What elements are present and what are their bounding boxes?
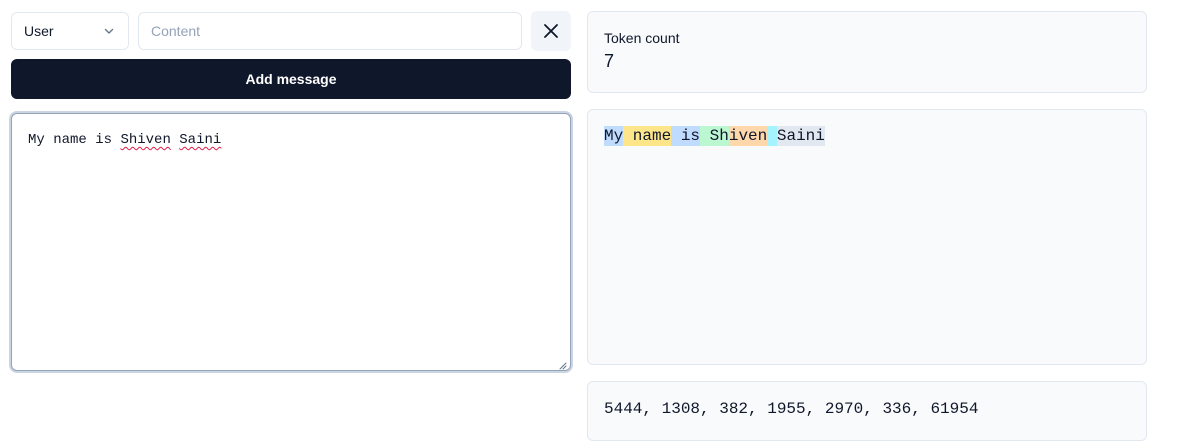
token-chip: is — [671, 126, 701, 146]
chevron-down-icon — [102, 24, 116, 38]
textarea-text: My name is Shiven Saini — [28, 132, 221, 148]
token-chip: Sh — [700, 126, 729, 146]
content-input[interactable] — [138, 12, 522, 50]
role-select[interactable]: User — [11, 12, 129, 50]
token-chip — [767, 126, 777, 146]
resize-handle-icon[interactable] — [559, 359, 567, 370]
textarea-word: My — [28, 132, 45, 148]
token-count-label: Token count — [604, 30, 680, 46]
token-count-value: 7 — [604, 51, 615, 71]
token-chip: Saini — [776, 126, 825, 146]
token-ids-text: 5444, 1308, 382, 1955, 2970, 336, 61954 — [604, 400, 979, 418]
token-chip: name — [623, 126, 672, 146]
token-count-card: Token count 7 — [587, 11, 1147, 93]
composer-panel: User Add message My name is Shiven Saini — [11, 11, 571, 371]
token-chip: My — [604, 126, 624, 146]
role-select-value: User — [24, 23, 54, 39]
clear-button[interactable] — [531, 11, 571, 51]
token-chip: iven — [728, 126, 768, 146]
textarea-word: Shiven — [120, 132, 171, 148]
textarea-word: Saini — [179, 132, 222, 148]
tokenizer-output-panel: Token count 7 My name is Shiven Saini 54… — [587, 11, 1147, 441]
token-ids-card: 5444, 1308, 382, 1955, 2970, 336, 61954 — [587, 381, 1147, 441]
message-textarea[interactable]: My name is Shiven Saini — [11, 113, 571, 371]
composer-row: User — [11, 11, 571, 51]
add-message-button[interactable]: Add message — [11, 59, 571, 99]
textarea-word: is — [95, 132, 113, 148]
textarea-word: name — [53, 132, 87, 148]
token-visualization: My name is Shiven Saini — [587, 109, 1147, 365]
close-icon — [542, 22, 560, 40]
